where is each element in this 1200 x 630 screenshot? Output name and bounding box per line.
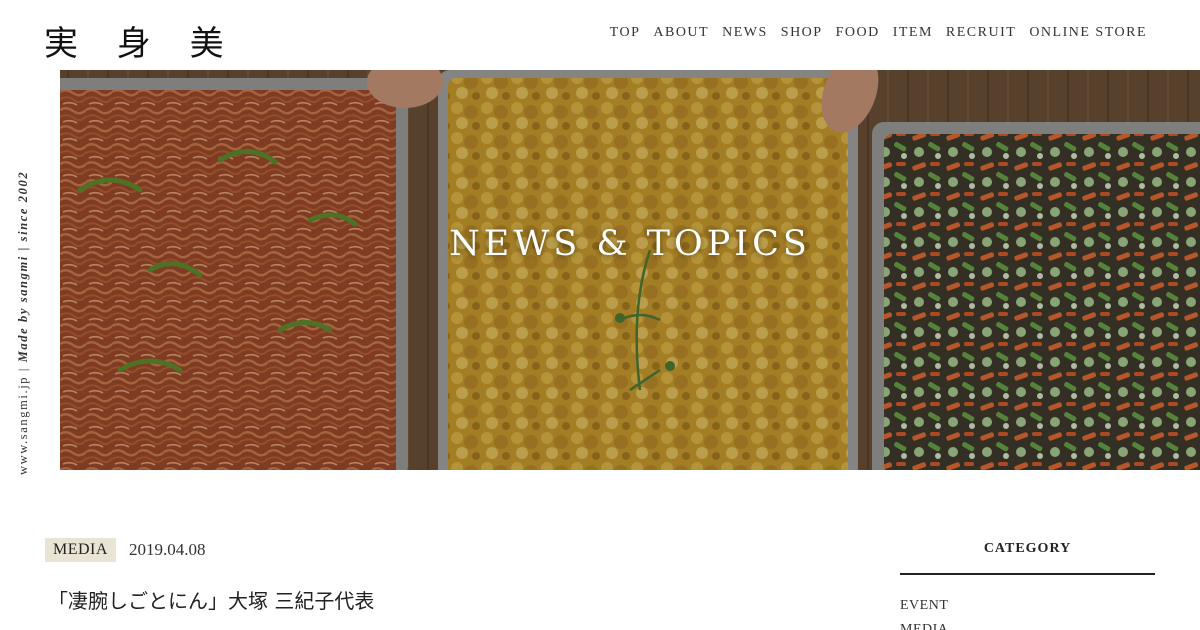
hero-image [60,70,1200,470]
category-heading: CATEGORY [983,541,1072,556]
nav-online-store[interactable]: ONLINE STORE [1029,25,1147,41]
nav-food[interactable]: FOOD [836,25,880,41]
category-item-event[interactable]: EVENT [900,597,948,621]
nav-top[interactable]: TOP [610,25,641,41]
nav-shop[interactable]: SHOP [781,25,823,41]
page: 実 身 美 TOP ABOUT NEWS SHOP FOOD ITEM RECR… [0,0,1200,630]
article-title: 「凄腕しごとにん」大塚 三紀子代表 [48,589,375,613]
nav-about[interactable]: ABOUT [653,25,709,41]
side-credit: www.sangmi.jp | Made by sangmi | since 2… [16,160,36,480]
main-nav: TOP ABOUT NEWS SHOP FOOD ITEM RECRUIT ON… [610,25,1147,41]
nav-news[interactable]: NEWS [722,25,768,41]
category-badge[interactable]: MEDIA [45,538,116,562]
side-separator: | [16,362,30,376]
site-logo[interactable]: 実 身 美 [44,16,238,65]
nav-item[interactable]: ITEM [893,25,933,41]
category-list: EVENT MEDIA [900,597,948,630]
side-credit-text: www.sangmi.jp | Made by sangmi | since 2… [16,171,31,475]
since-text: since 2002 [16,170,30,242]
article-meta: MEDIA 2019.04.08 [45,538,205,562]
category-divider [900,573,1155,575]
category-item-media[interactable]: MEDIA [900,621,948,630]
site-url: www.sangmi.jp [16,375,30,475]
hero-title: NEWS & TOPICS [449,224,811,264]
made-by-text: Made by sangmi [16,255,30,363]
nav-recruit[interactable]: RECRUIT [946,25,1016,41]
food-trays-photo [60,70,1200,470]
side-separator-2: | [16,241,30,256]
article-date: 2019.04.08 [128,540,206,559]
